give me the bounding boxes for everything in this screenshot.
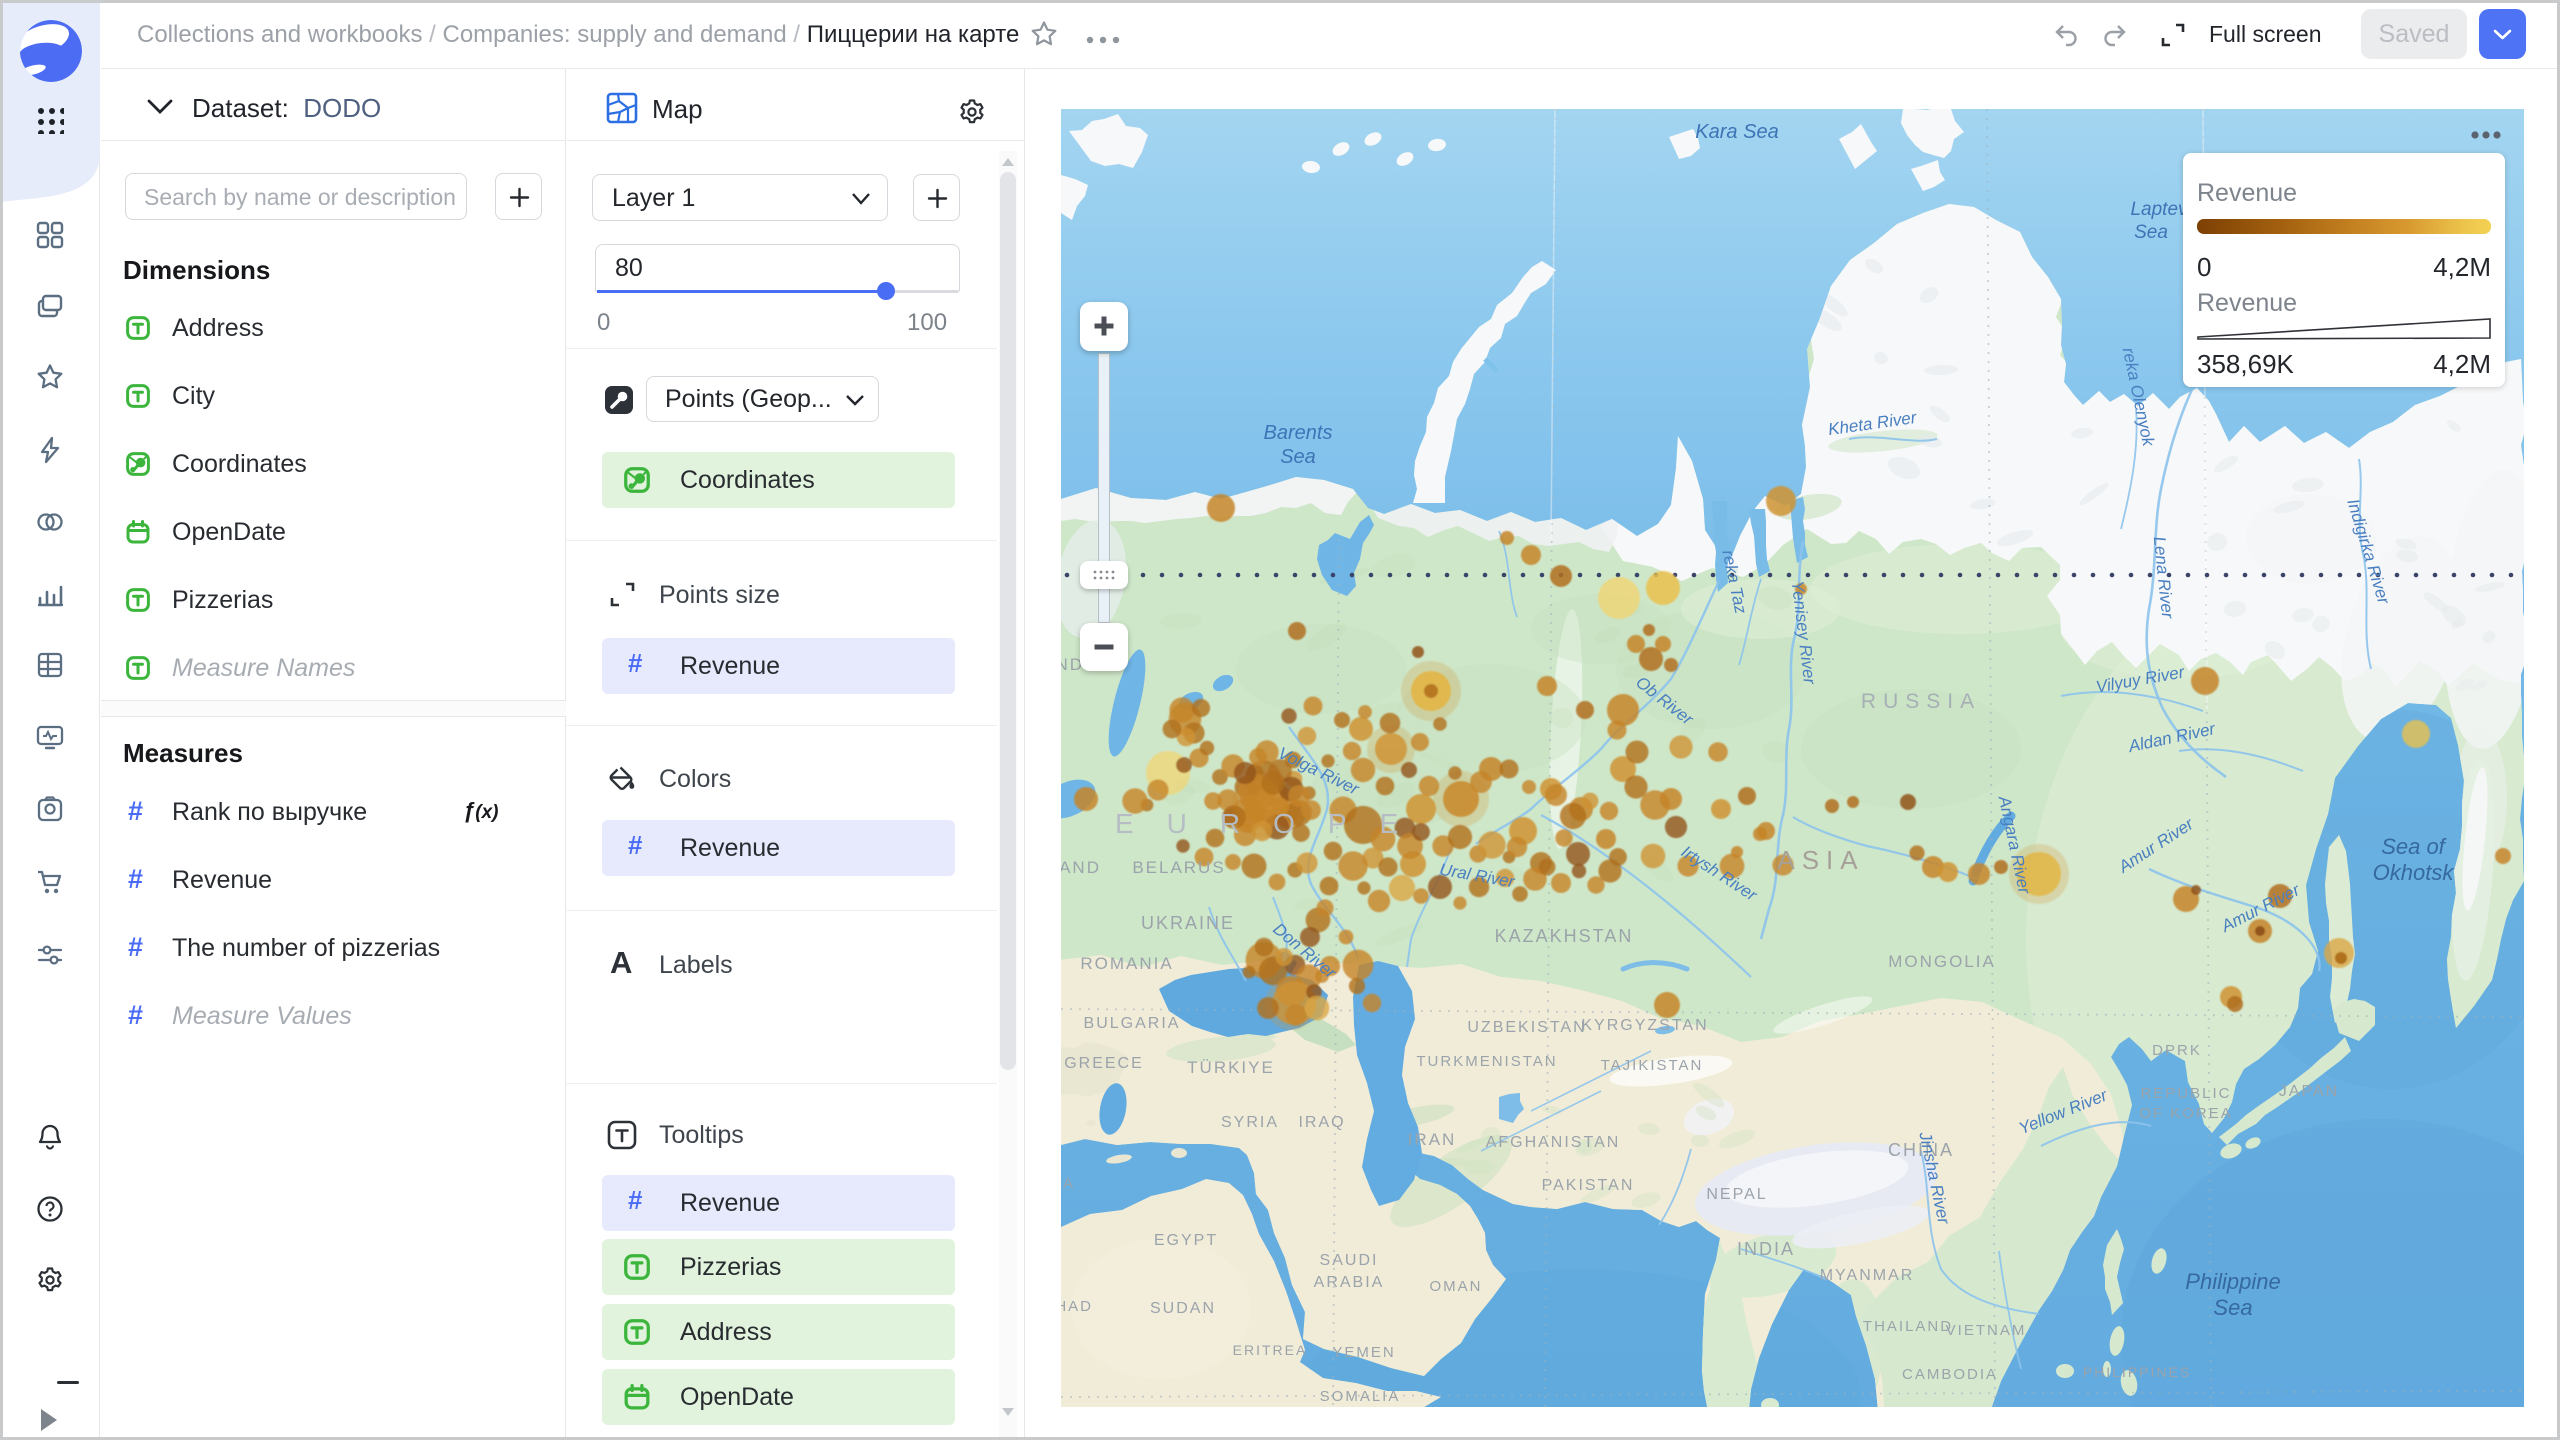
svg-text:TAJIKISTAN: TAJIKISTAN bbox=[1601, 1057, 1704, 1074]
svg-text:Kara Sea: Kara Sea bbox=[1695, 121, 1778, 143]
svg-text:IRAQ: IRAQ bbox=[1298, 1114, 1345, 1131]
svg-text:EUROPE: EUROPE bbox=[1115, 808, 1431, 839]
svg-text:OF KOREA: OF KOREA bbox=[2139, 1105, 2233, 1122]
svg-text:DPRK: DPRK bbox=[2152, 1042, 2202, 1059]
svg-text:NEPAL: NEPAL bbox=[1706, 1186, 1767, 1203]
svg-text:SYRIA: SYRIA bbox=[1221, 1114, 1279, 1131]
svg-text:UKRAINE: UKRAINE bbox=[1141, 913, 1235, 933]
svg-text:THAILAND: THAILAND bbox=[1863, 1318, 1953, 1335]
svg-text:POLAND: POLAND bbox=[1061, 858, 1101, 877]
svg-text:Philippine: Philippine bbox=[2185, 1269, 2280, 1294]
svg-text:EGYPT: EGYPT bbox=[1154, 1232, 1218, 1249]
svg-text:OMAN: OMAN bbox=[1430, 1278, 1483, 1295]
svg-text:PAKISTAN: PAKISTAN bbox=[1542, 1177, 1635, 1194]
svg-text:KAZAKHSTAN: KAZAKHSTAN bbox=[1495, 926, 1634, 946]
svg-text:MYANMAR: MYANMAR bbox=[1820, 1267, 1915, 1284]
svg-text:Sea of: Sea of bbox=[2381, 834, 2447, 859]
svg-text:PHILIPPINES: PHILIPPINES bbox=[2083, 1364, 2191, 1380]
svg-text:ERITREA: ERITREA bbox=[1233, 1342, 1308, 1358]
svg-text:Sea: Sea bbox=[2134, 222, 2168, 243]
svg-text:JAPAN: JAPAN bbox=[2279, 1083, 2339, 1100]
svg-text:BULGARIA: BULGARIA bbox=[1084, 1015, 1181, 1032]
svg-text:AFGHANISTAN: AFGHANISTAN bbox=[1486, 1134, 1621, 1151]
svg-text:YEMEN: YEMEN bbox=[1332, 1344, 1395, 1361]
svg-text:CAMBODIA: CAMBODIA bbox=[1902, 1366, 1998, 1383]
svg-text:INDIA: INDIA bbox=[1737, 1239, 1795, 1259]
svg-text:REPUBLIC: REPUBLIC bbox=[2140, 1085, 2231, 1102]
svg-text:SOMALIA: SOMALIA bbox=[1320, 1388, 1401, 1405]
svg-text:ASIA: ASIA bbox=[1777, 845, 1864, 875]
svg-text:KYRGYZSTAN: KYRGYZSTAN bbox=[1581, 1017, 1708, 1034]
svg-text:UZBEKISTAN: UZBEKISTAN bbox=[1467, 1019, 1586, 1036]
svg-text:Okhotsk: Okhotsk bbox=[2373, 860, 2455, 885]
svg-text:Barents: Barents bbox=[1264, 422, 1333, 444]
svg-text:Sea: Sea bbox=[2213, 1295, 2252, 1320]
svg-text:RUSSIA: RUSSIA bbox=[1861, 690, 1981, 713]
svg-text:GREECE: GREECE bbox=[1064, 1055, 1144, 1072]
svg-text:CHAD: CHAD bbox=[1061, 1298, 1093, 1315]
svg-text:VIETNAM: VIETNAM bbox=[1946, 1322, 2027, 1339]
svg-text:Laptev: Laptev bbox=[2130, 199, 2189, 220]
svg-text:SUDAN: SUDAN bbox=[1150, 1300, 1216, 1317]
svg-text:MONGOLIA: MONGOLIA bbox=[1888, 952, 1996, 971]
svg-text:BELARUS: BELARUS bbox=[1132, 858, 1225, 877]
svg-text:IRAN: IRAN bbox=[1408, 1130, 1457, 1149]
svg-text:SAUDI: SAUDI bbox=[1320, 1252, 1379, 1269]
svg-text:TURKMENISTAN: TURKMENISTAN bbox=[1416, 1053, 1557, 1070]
svg-text:ROMANIA: ROMANIA bbox=[1080, 954, 1173, 973]
svg-text:ARABIA: ARABIA bbox=[1314, 1274, 1385, 1291]
svg-text:LIBYA: LIBYA bbox=[1061, 1175, 1075, 1192]
svg-text:Sea: Sea bbox=[1280, 446, 1316, 468]
svg-text:TÜRKIYE: TÜRKIYE bbox=[1187, 1058, 1275, 1077]
